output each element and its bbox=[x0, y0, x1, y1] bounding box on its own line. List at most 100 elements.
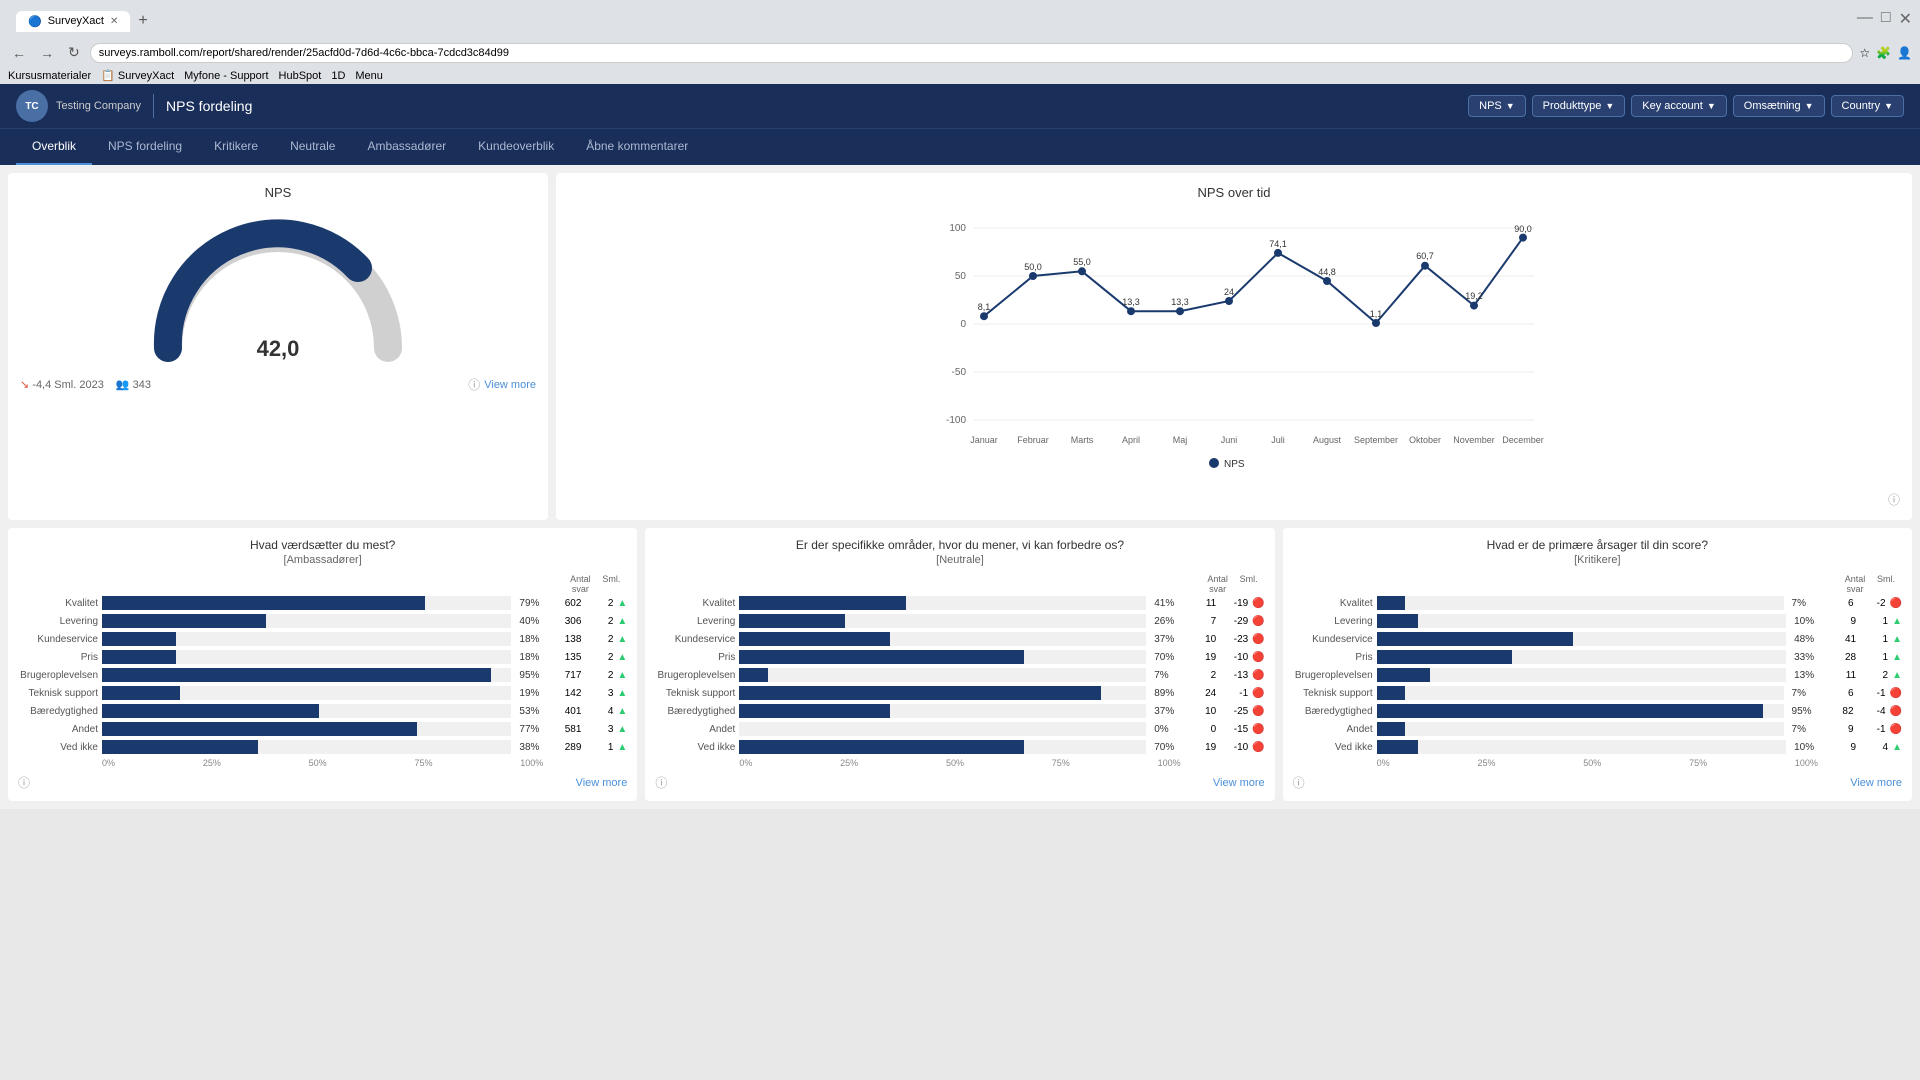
neutrale-view-more[interactable]: View more bbox=[1213, 777, 1265, 789]
list-item: Teknisk support 7% 6 -1 🔴 bbox=[1293, 686, 1902, 700]
kritikere-title: Hvad er de primære årsager til din score… bbox=[1293, 538, 1902, 552]
tab-abne-kommentarer[interactable]: Åbne kommentarer bbox=[570, 129, 704, 165]
product-filter-btn[interactable]: Produkttype ▼ bbox=[1532, 95, 1626, 117]
forward-btn[interactable]: → bbox=[36, 43, 58, 63]
nps-gauge-view-more[interactable]: View more bbox=[484, 379, 536, 391]
col-sml: Sml. bbox=[599, 574, 623, 594]
bookmark-item[interactable]: Menu bbox=[355, 70, 383, 82]
svg-text:13,3: 13,3 bbox=[1122, 297, 1140, 307]
svg-text:19,2: 19,2 bbox=[1465, 291, 1483, 301]
logo-icon: TC bbox=[16, 90, 48, 122]
x-axis-labels: 0%25%50%75%100% bbox=[655, 758, 1264, 768]
col-antal-svar: Antal svar bbox=[1836, 574, 1874, 594]
list-item: Brugeroplevelsen 7% 2 -13 🔴 bbox=[655, 668, 1264, 682]
close-btn[interactable]: ✕ bbox=[1899, 9, 1912, 29]
profile-icon[interactable]: 👤 bbox=[1897, 46, 1912, 60]
svg-text:74,1: 74,1 bbox=[1269, 239, 1287, 249]
tab-close-btn[interactable]: ✕ bbox=[110, 16, 118, 27]
bookmark-item[interactable]: Kursusmaterialer bbox=[8, 70, 91, 82]
svg-text:0: 0 bbox=[960, 319, 966, 330]
kritikere-view-more[interactable]: View more bbox=[1850, 777, 1902, 789]
bookmark-item[interactable]: HubSpot bbox=[279, 70, 322, 82]
tab-ambassadorer[interactable]: Ambassadører bbox=[351, 129, 462, 165]
tab-nps-fordeling[interactable]: NPS fordeling bbox=[92, 129, 198, 165]
svg-text:50,0: 50,0 bbox=[1024, 262, 1042, 272]
list-item: Kundeservice 37% 10 -23 🔴 bbox=[655, 632, 1264, 646]
list-item: Kvalitet 79% 602 2 ▲ bbox=[18, 596, 627, 610]
company-logo: TC Testing Company bbox=[16, 90, 141, 122]
respondent-count: 👥 343 bbox=[116, 378, 151, 391]
new-tab-btn[interactable]: + bbox=[130, 10, 155, 32]
list-item: Andet 0% 0 -15 🔴 bbox=[655, 722, 1264, 736]
svg-text:60,7: 60,7 bbox=[1416, 251, 1434, 261]
list-item: Pris 70% 19 -10 🔴 bbox=[655, 650, 1264, 664]
tab-kundeoverblik[interactable]: Kundeoverblik bbox=[462, 129, 570, 165]
list-item: Bæredygtighed 37% 10 -25 🔴 bbox=[655, 704, 1264, 718]
tab-label: SurveyXact bbox=[48, 15, 104, 27]
kritikere-card: Hvad er de primære årsager til din score… bbox=[1283, 528, 1912, 801]
bookmark-item[interactable]: Myfone - Support bbox=[184, 70, 268, 82]
country-filter-btn[interactable]: Country ▼ bbox=[1831, 95, 1904, 117]
ambassadorer-subtitle: [Ambassadører] bbox=[18, 554, 627, 566]
list-item: Brugeroplevelsen 95% 717 2 ▲ bbox=[18, 668, 627, 682]
tab-overblik[interactable]: Overblik bbox=[16, 129, 92, 165]
nps-gauge-card: NPS 42,0 ↘ -4,4 bbox=[8, 173, 548, 520]
extensions-icon[interactable]: 🧩 bbox=[1876, 46, 1891, 60]
svg-text:Januar: Januar bbox=[970, 435, 998, 445]
svg-text:August: August bbox=[1313, 435, 1342, 445]
back-btn[interactable]: ← bbox=[8, 43, 30, 63]
svg-text:24: 24 bbox=[1224, 287, 1234, 297]
list-item: Levering 10% 9 1 ▲ bbox=[1293, 614, 1902, 628]
list-item: Levering 40% 306 2 ▲ bbox=[18, 614, 627, 628]
page-title: NPS fordeling bbox=[166, 98, 1468, 114]
tab-neutrale[interactable]: Neutrale bbox=[274, 129, 351, 165]
x-axis-labels: 0%25%50%75%100% bbox=[18, 758, 627, 768]
nps-time-info-icon: ⓘ bbox=[1888, 493, 1900, 507]
neutrale-subtitle: [Neutrale] bbox=[655, 554, 1264, 566]
bookmark-bar: Kursusmaterialer 📋 SurveyXact Myfone - S… bbox=[0, 67, 1920, 84]
svg-text:1,1: 1,1 bbox=[1370, 309, 1383, 319]
svg-text:90,0: 90,0 bbox=[1514, 224, 1532, 234]
refresh-btn[interactable]: ↻ bbox=[64, 42, 84, 63]
svg-text:-50: -50 bbox=[952, 367, 967, 378]
nps-filter-btn[interactable]: NPS ▼ bbox=[1468, 95, 1526, 117]
browser-tab[interactable]: 🔵 SurveyXact ✕ bbox=[16, 11, 130, 32]
svg-text:Marts: Marts bbox=[1071, 435, 1094, 445]
nps-line-chart: 100 50 0 -50 -100 bbox=[568, 208, 1900, 488]
list-item: Brugeroplevelsen 13% 11 2 ▲ bbox=[1293, 668, 1902, 682]
browser-top-bar: 🔵 SurveyXact ✕ + — □ ✕ bbox=[0, 0, 1920, 38]
url-input[interactable] bbox=[90, 43, 1854, 63]
bookmark-item[interactable]: 1D bbox=[331, 70, 345, 82]
key-account-filter-btn[interactable]: Key account ▼ bbox=[1631, 95, 1726, 117]
col-sml: Sml. bbox=[1874, 574, 1898, 594]
svg-text:100: 100 bbox=[949, 223, 966, 234]
list-item: Teknisk support 89% 24 -1 🔴 bbox=[655, 686, 1264, 700]
top-row: NPS 42,0 ↘ -4,4 bbox=[8, 173, 1912, 520]
bookmark-item[interactable]: 📋 SurveyXact bbox=[101, 69, 174, 82]
list-item: Ved ikke 10% 9 4 ▲ bbox=[1293, 740, 1902, 754]
gauge-footer: ↘ -4,4 Sml. 2023 👥 343 ⓘ View more bbox=[20, 376, 536, 393]
ambassadorer-card: Hvad værdsætter du mest? [Ambassadører] … bbox=[8, 528, 637, 801]
col-antal-svar: Antal svar bbox=[561, 574, 599, 594]
svg-text:Juli: Juli bbox=[1271, 435, 1285, 445]
bookmark-icon[interactable]: ☆ bbox=[1859, 46, 1870, 60]
svg-text:13,3: 13,3 bbox=[1171, 297, 1189, 307]
ambassadorer-title: Hvad værdsætter du mest? bbox=[18, 538, 627, 552]
nav-tabs: Overblik NPS fordeling Kritikere Neutral… bbox=[0, 128, 1920, 165]
svg-text:April: April bbox=[1122, 435, 1140, 445]
app-header: TC Testing Company NPS fordeling NPS ▼ P… bbox=[0, 84, 1920, 128]
minimize-btn[interactable]: — bbox=[1857, 9, 1873, 29]
svg-text:50: 50 bbox=[955, 271, 967, 282]
maximize-btn[interactable]: □ bbox=[1881, 9, 1891, 29]
list-item: Kundeservice 18% 138 2 ▲ bbox=[18, 632, 627, 646]
revenue-filter-btn[interactable]: Omsætning ▼ bbox=[1733, 95, 1825, 117]
svg-text:42,0: 42,0 bbox=[257, 336, 300, 361]
tab-kritikere[interactable]: Kritikere bbox=[198, 129, 274, 165]
nps-gauge-title: NPS bbox=[20, 185, 536, 200]
nps-time-title: NPS over tid bbox=[568, 185, 1900, 200]
nps-time-card: NPS over tid 100 50 0 -50 -100 bbox=[556, 173, 1912, 520]
ambassadorer-view-more[interactable]: View more bbox=[576, 777, 628, 789]
company-name: Testing Company bbox=[56, 100, 141, 112]
kritikere-footer: ⓘ View more bbox=[1293, 774, 1902, 791]
neutrale-footer: ⓘ View more bbox=[655, 774, 1264, 791]
